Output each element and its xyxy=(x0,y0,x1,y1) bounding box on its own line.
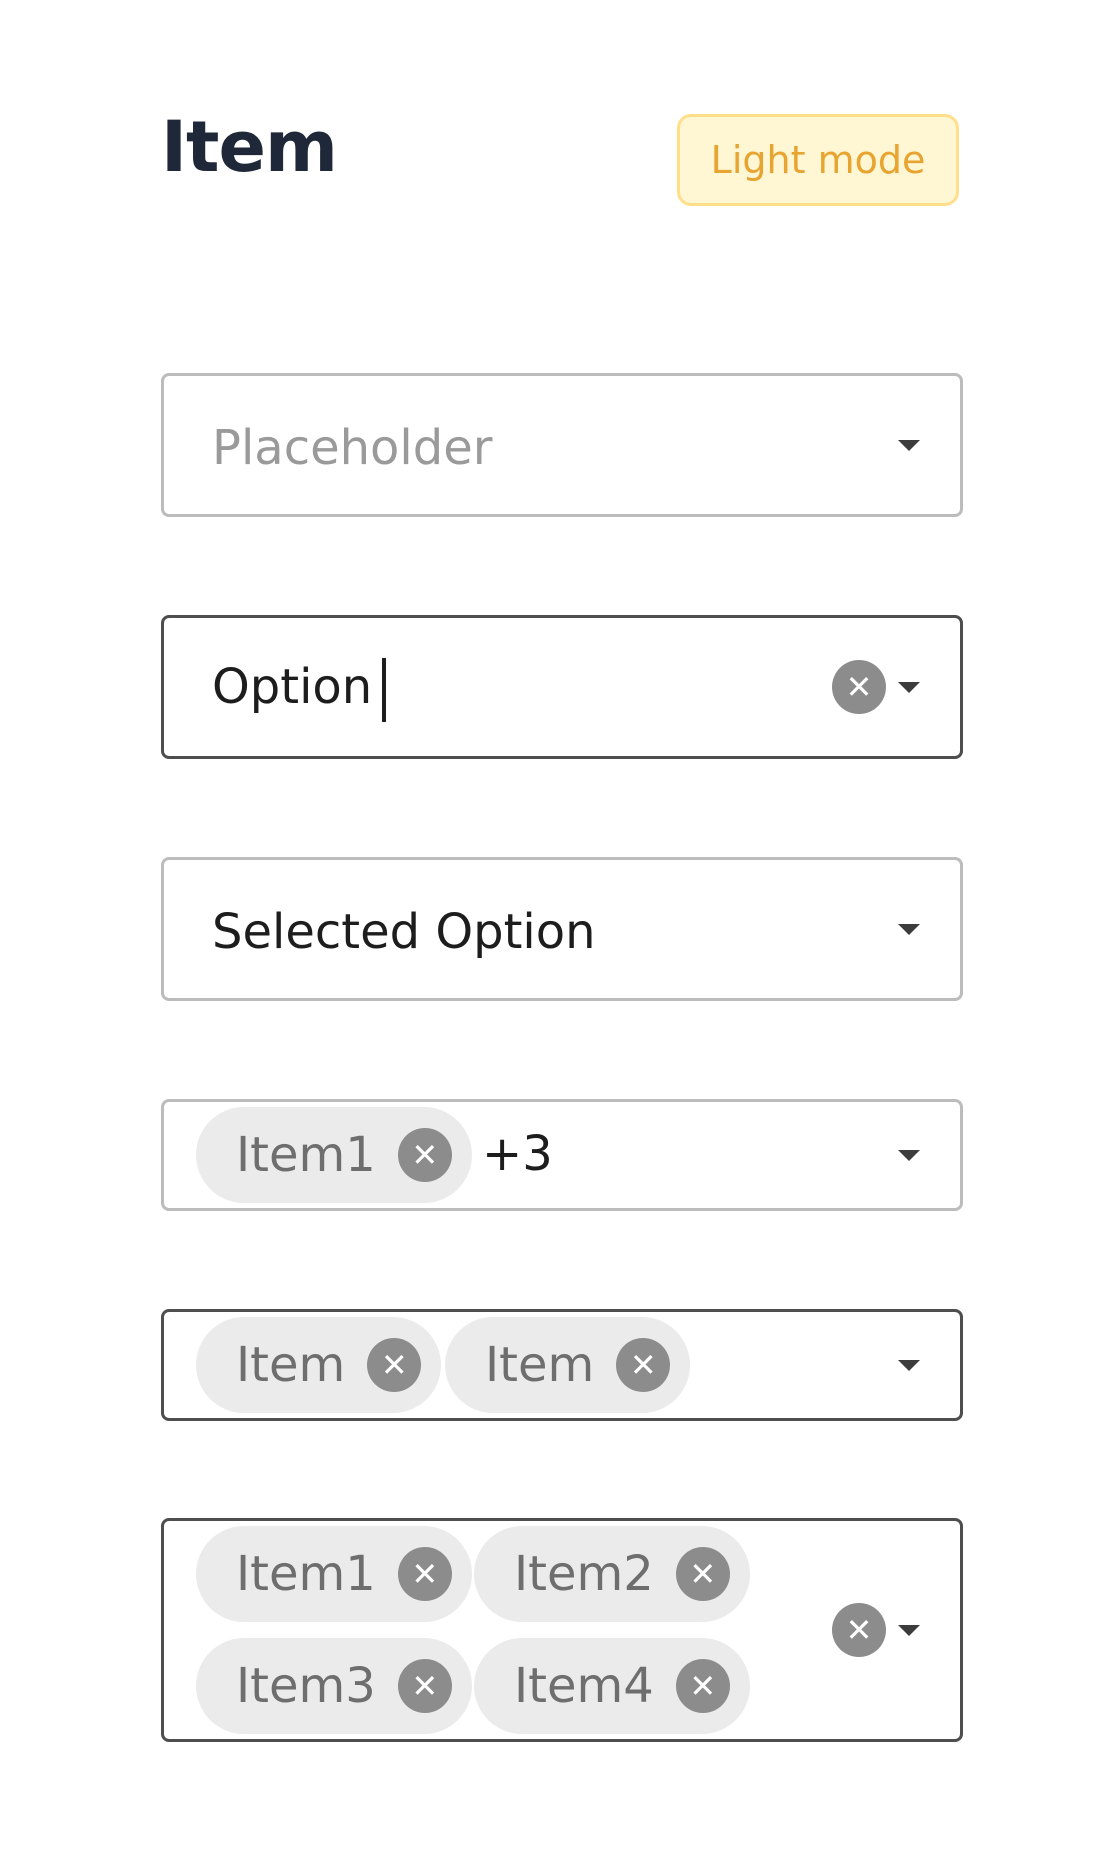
chevron-down-icon[interactable] xyxy=(898,924,920,935)
close-icon: ✕ xyxy=(845,1611,873,1649)
close-icon: ✕ xyxy=(411,1555,439,1593)
tag-chip[interactable]: Item4 ✕ xyxy=(474,1638,750,1734)
chevron-down-icon[interactable] xyxy=(898,1360,920,1371)
tag-remove-button[interactable]: ✕ xyxy=(675,1547,730,1601)
tag-chip[interactable]: Item ✕ xyxy=(445,1317,691,1413)
text-caret xyxy=(382,658,387,722)
close-icon: ✕ xyxy=(411,1667,439,1705)
tag-chip-label: Item xyxy=(236,1337,346,1393)
tag-chip-label: Item3 xyxy=(236,1658,376,1714)
tag-remove-button[interactable]: ✕ xyxy=(397,1128,452,1182)
tag-chip-label: Item2 xyxy=(514,1546,654,1602)
multi-select-collapsed[interactable]: Item1 ✕ +3 xyxy=(161,1099,963,1211)
select-search-input[interactable]: Option ✕ xyxy=(161,615,963,759)
close-icon: ✕ xyxy=(411,1136,439,1174)
close-icon: ✕ xyxy=(689,1667,717,1705)
tag-chip-label: Item xyxy=(485,1337,595,1393)
chevron-down-icon[interactable] xyxy=(898,440,920,451)
tag-chip-label: Item1 xyxy=(236,1546,376,1602)
tag-chip[interactable]: Item3 ✕ xyxy=(196,1638,472,1734)
clear-button[interactable]: ✕ xyxy=(832,660,886,714)
tag-chip[interactable]: Item1 ✕ xyxy=(196,1526,472,1622)
close-icon: ✕ xyxy=(689,1555,717,1593)
tag-remove-button[interactable]: ✕ xyxy=(675,1659,730,1713)
tag-remove-button[interactable]: ✕ xyxy=(616,1338,671,1392)
tag-chip[interactable]: Item ✕ xyxy=(196,1317,442,1413)
close-icon: ✕ xyxy=(380,1346,408,1384)
tag-chip-label: Item1 xyxy=(236,1127,376,1183)
chevron-down-icon[interactable] xyxy=(898,1625,920,1636)
multi-select-wrapped[interactable]: Item1 ✕ Item2 ✕ Item3 ✕ Item4 ✕ ✕ xyxy=(161,1518,963,1742)
tag-remove-button[interactable]: ✕ xyxy=(397,1547,452,1601)
light-mode-toggle[interactable]: Light mode xyxy=(677,114,959,206)
selected-option-text: Selected Option xyxy=(212,904,596,960)
chevron-down-icon[interactable] xyxy=(898,682,920,693)
multi-select-two[interactable]: Item ✕ Item ✕ xyxy=(161,1309,963,1421)
tag-chip[interactable]: Item2 ✕ xyxy=(474,1526,750,1622)
select-search-value: Option xyxy=(212,659,373,715)
tag-chip-label: Item4 xyxy=(514,1658,654,1714)
tag-chip[interactable]: Item1 ✕ xyxy=(196,1107,472,1203)
select-placeholder[interactable]: Placeholder xyxy=(161,373,963,517)
chevron-down-icon[interactable] xyxy=(898,1150,920,1161)
close-icon: ✕ xyxy=(629,1346,657,1384)
more-tags-count: +3 xyxy=(482,1126,553,1182)
close-icon: ✕ xyxy=(845,668,873,706)
select-placeholder-text: Placeholder xyxy=(212,420,493,476)
tag-remove-button[interactable]: ✕ xyxy=(397,1659,452,1713)
select-selected[interactable]: Selected Option xyxy=(161,857,963,1001)
clear-all-button[interactable]: ✕ xyxy=(832,1603,886,1657)
page-title: Item xyxy=(161,106,338,188)
tag-remove-button[interactable]: ✕ xyxy=(367,1338,422,1392)
